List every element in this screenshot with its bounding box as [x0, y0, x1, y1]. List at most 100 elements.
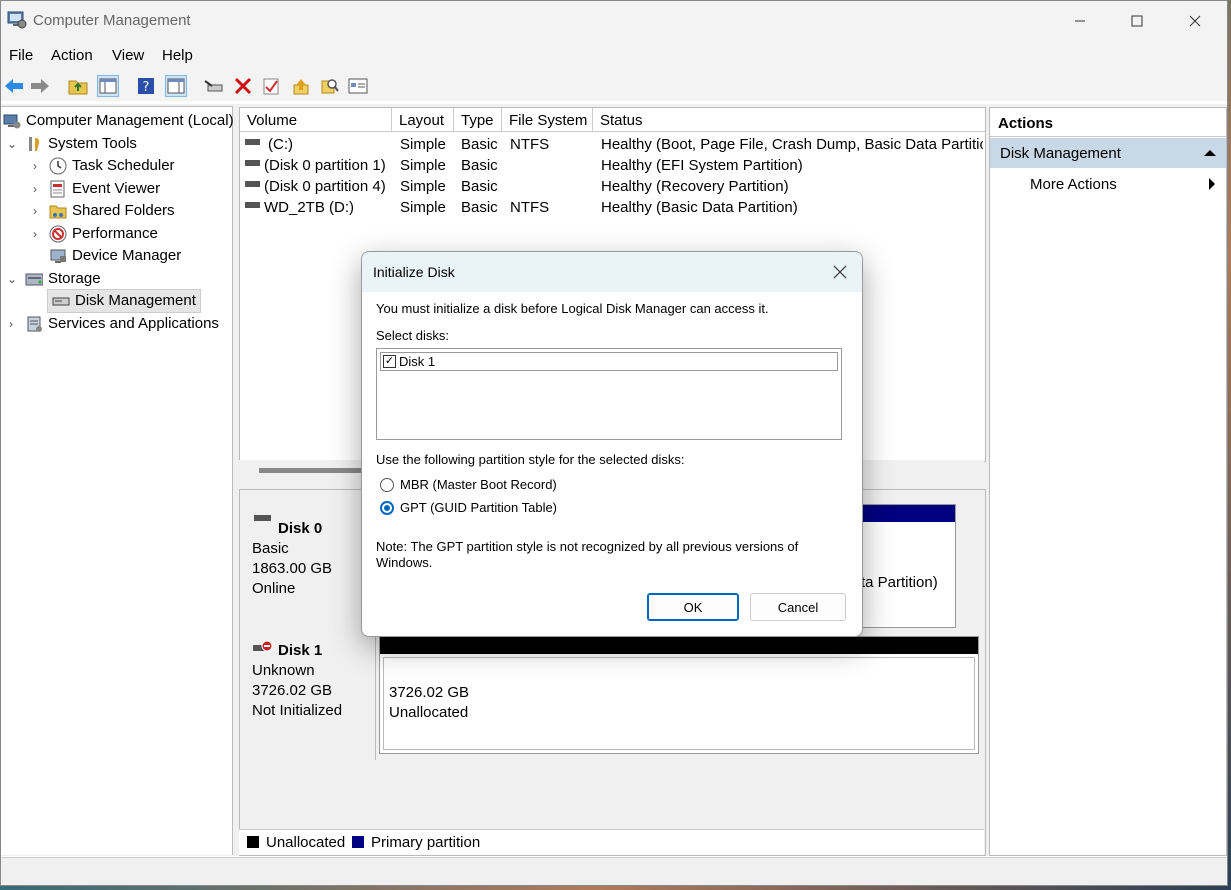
help-icon: ?: [138, 78, 154, 95]
delete-button[interactable]: [232, 75, 254, 97]
menu-help[interactable]: Help: [162, 47, 193, 64]
forward-button[interactable]: [29, 75, 51, 97]
menu-bar: File Action View Help: [1, 41, 1227, 69]
mbr-radio[interactable]: [380, 478, 394, 492]
volume-layout: Simple: [400, 136, 446, 153]
disk-0-name: Disk 0: [278, 520, 323, 537]
computer-management-icon: [7, 11, 27, 29]
tree-item-performance[interactable]: Performance: [49, 223, 158, 245]
disk-1-unallocated-partition[interactable]: 3726.02 GB Unallocated: [379, 636, 979, 754]
volume-icon: [245, 181, 260, 187]
disk-1-checkbox[interactable]: ✓: [383, 355, 396, 368]
column-header-file-system[interactable]: File System: [502, 108, 593, 132]
tree-item-disk-management[interactable]: Disk Management: [47, 289, 201, 313]
tree-item-event-viewer[interactable]: Event Viewer: [49, 178, 160, 200]
properties-check-icon: [263, 78, 279, 95]
volume-layout: Simple: [400, 178, 446, 195]
legend: Unallocated Primary partition: [239, 829, 984, 855]
tree-item-system-tools[interactable]: System Tools: [25, 133, 137, 155]
tree-item-task-scheduler[interactable]: Task Scheduler: [49, 155, 175, 177]
connect-drive-button[interactable]: [203, 75, 225, 97]
event-viewer-icon: [49, 180, 67, 198]
dialog-close-button[interactable]: [826, 258, 854, 286]
volume-name: WD_2TB (D:): [264, 199, 354, 216]
disk-0-size: 1863.00 GB: [252, 560, 333, 577]
disk-not-initialized-icon: [253, 640, 273, 652]
minimize-button[interactable]: [1051, 1, 1109, 41]
connect-drive-icon: [204, 80, 223, 92]
collapse-arrow-icon[interactable]: ›: [33, 204, 37, 218]
expand-arrow-icon[interactable]: ⌄: [7, 137, 17, 151]
back-button[interactable]: [3, 75, 25, 97]
actions-section-disk-management[interactable]: Disk Management: [990, 138, 1226, 168]
collapse-arrow-icon[interactable]: ›: [33, 182, 37, 196]
tree-label-storage: Storage: [48, 270, 101, 287]
tools-icon: [25, 135, 43, 153]
show-action-pane-button[interactable]: [165, 75, 187, 97]
computer-icon: [3, 112, 21, 130]
mbr-label[interactable]: MBR (Master Boot Record): [400, 477, 557, 492]
svg-text:?: ?: [143, 80, 150, 95]
disk-1-label[interactable]: Disk 1 Unknown 3726.02 GB Not Initialize…: [240, 630, 376, 760]
disk-1-partition-state: Unallocated: [389, 704, 469, 721]
gpt-radio[interactable]: [380, 501, 394, 515]
collapse-arrow-icon[interactable]: ›: [9, 317, 13, 331]
volume-name: (Disk 0 partition 1): [264, 157, 386, 174]
disk-1-name: Disk 1: [278, 642, 323, 659]
dialog-title-bar[interactable]: Initialize Disk: [362, 252, 862, 292]
title-bar[interactable]: Computer Management: [1, 1, 1227, 41]
expand-arrow-icon[interactable]: ⌄: [7, 272, 17, 286]
more-actions-item[interactable]: More Actions: [990, 170, 1226, 198]
menu-file[interactable]: File: [9, 47, 33, 64]
view-button[interactable]: [347, 75, 369, 97]
column-header-volume[interactable]: Volume: [240, 108, 392, 132]
up-folder-button[interactable]: [67, 75, 89, 97]
tree-label-disk-management: Disk Management: [75, 292, 196, 309]
volume-icon: [245, 160, 260, 166]
view-list-icon: [348, 78, 368, 94]
disk-0-label[interactable]: Disk 0 Basic 1863.00 GB Online: [240, 500, 376, 627]
export-button[interactable]: [290, 75, 312, 97]
collapse-arrow-icon[interactable]: ›: [33, 227, 37, 241]
close-button[interactable]: [1166, 1, 1224, 41]
tree-item-root[interactable]: Computer Management (Local): [3, 110, 234, 132]
tree-item-shared-folders[interactable]: Shared Folders: [49, 200, 175, 222]
menu-view[interactable]: View: [112, 47, 144, 64]
properties-button[interactable]: [260, 75, 282, 97]
select-disks-label: Select disks:: [376, 328, 449, 343]
volume-name: (Disk 0 partition 4): [264, 178, 386, 195]
column-header-status[interactable]: Status: [593, 108, 985, 132]
column-header-type[interactable]: Type: [454, 108, 502, 132]
disk-list[interactable]: ✓ Disk 1: [376, 348, 842, 440]
list-item[interactable]: ✓ Disk 1: [380, 352, 838, 371]
primary-partition-bar: [861, 505, 955, 522]
column-header-layout[interactable]: Layout: [392, 108, 454, 132]
volume-icon: [245, 139, 260, 145]
volume-icon: [245, 202, 260, 208]
show-console-tree-button[interactable]: [97, 75, 119, 97]
search-button[interactable]: [319, 75, 341, 97]
help-button[interactable]: ?: [135, 75, 157, 97]
tree-item-storage[interactable]: Storage: [25, 268, 101, 290]
tree-item-device-manager[interactable]: Device Manager: [49, 245, 181, 267]
console-tree: Computer Management (Local) ⌄ System Too…: [1, 106, 234, 855]
performance-icon: [49, 225, 67, 243]
volume-status: Healthy (Basic Data Partition): [601, 199, 798, 216]
maximize-button[interactable]: [1108, 1, 1166, 41]
ok-button[interactable]: OK: [647, 593, 739, 621]
disk-0-partition[interactable]: ta Partition): [860, 504, 956, 628]
toolbar: ?: [1, 69, 1227, 101]
actions-section-label: Disk Management: [1000, 145, 1121, 162]
disk-0-type: Basic: [252, 540, 289, 557]
tree-label-system-tools: System Tools: [48, 135, 137, 152]
window-title: Computer Management: [33, 12, 191, 29]
tree-label-root: Computer Management (Local): [26, 112, 234, 129]
gpt-label[interactable]: GPT (GUID Partition Table): [400, 500, 557, 515]
menu-action[interactable]: Action: [51, 47, 93, 64]
cancel-button[interactable]: Cancel: [750, 593, 846, 621]
volume-layout: Simple: [400, 157, 446, 174]
volume-type: Basic: [461, 178, 498, 195]
tree-item-services[interactable]: Services and Applications: [25, 313, 219, 335]
collapse-arrow-icon[interactable]: ›: [33, 159, 37, 173]
legend-unallocated: Unallocated: [266, 834, 346, 851]
